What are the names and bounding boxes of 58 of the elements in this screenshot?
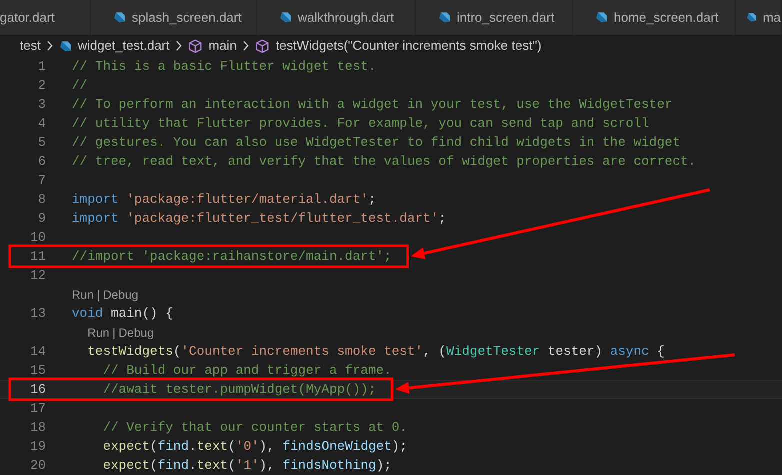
code-line: //import 'package:raihanstore/main.dart';	[72, 248, 392, 266]
line-number: 9	[37, 210, 46, 228]
code-line: void main() {	[72, 304, 174, 323]
separator: |	[112, 324, 117, 342]
code-line: // tree, read text, and verify that the values of widget properties are correct.	[72, 152, 696, 171]
code-line: // Verify that our counter starts at 0.	[102, 418, 408, 437]
line-number: 12	[29, 266, 46, 285]
code-line: // utility that Flutter provides. For example, you can send tap and scroll	[72, 114, 650, 133]
breadcrumb-item[interactable]: widget_test.dart	[78, 36, 170, 56]
line-number: 14	[29, 342, 46, 361]
editor-tab[interactable]: intro_screen.dart	[416, 0, 573, 35]
line-number: 20	[29, 456, 46, 475]
cube-icon	[188, 38, 203, 54]
line-number: 13	[29, 304, 46, 323]
line-number: 2	[37, 76, 46, 95]
line-number: 4	[37, 114, 46, 133]
chevron-icon	[174, 40, 183, 52]
editor-tab[interactable]: home_screen.dart	[573, 0, 736, 35]
line-number: 8	[37, 190, 46, 209]
line-number: 17	[29, 400, 46, 418]
dart-file-icon	[58, 40, 72, 52]
editor-tab[interactable]: splash_screen.dart	[91, 0, 257, 35]
line-number: 1	[37, 58, 46, 76]
line-number: 16	[29, 380, 46, 399]
code-line: import 'package:flutter/material.dart';	[72, 190, 376, 209]
codelens-link[interactable]: Run	[72, 286, 94, 304]
line-number: 19	[29, 438, 46, 456]
line-number: 6	[37, 152, 46, 171]
line-number: 10	[29, 228, 46, 247]
editor-tab[interactable]: gator.dart	[0, 0, 91, 35]
codelens-link[interactable]: Debug	[118, 324, 154, 342]
separator: |	[96, 286, 102, 304]
line-number: 3	[37, 96, 46, 114]
code-line: //	[72, 76, 88, 95]
line-number: 7	[37, 172, 46, 190]
code-line: // To perform an interaction with a widget in your test, use the WidgetTester	[72, 96, 673, 114]
breadcrumb-item[interactable]: testWidgets("Counter increments smoke test")	[276, 36, 542, 56]
code-line: //await tester.pumpWidget(MyApp());	[102, 380, 376, 399]
cube-icon	[254, 38, 270, 54]
breadcrumb-item[interactable]: main	[208, 36, 237, 56]
codelens-link[interactable]: Debug	[103, 286, 139, 304]
code-line: // gestures. You can also use WidgetTester to find child widgets in the widget	[72, 134, 680, 152]
code-line: testWidgets('Counter increments smoke test', (WidgetTester tester) async {	[86, 342, 665, 361]
breadcrumb-item[interactable]: test	[20, 36, 41, 56]
line-number: 11	[29, 248, 46, 266]
editor-tab[interactable]: ma	[736, 0, 782, 35]
code-line: // Build our app and trigger a frame.	[102, 362, 392, 380]
line-number: 18	[29, 418, 46, 437]
codelens-link[interactable]: Run	[88, 324, 110, 342]
chevron-icon	[242, 40, 250, 52]
code-line: // This is a basic Flutter widget test.	[72, 58, 376, 76]
code-line: import 'package:flutter_test/flutter_test.dart';	[72, 210, 446, 228]
editor-tab[interactable]: walkthrough.dart	[257, 0, 416, 35]
code-line: expect(find.text('0'), findsOneWidget);	[102, 438, 408, 456]
chevron-icon	[46, 40, 54, 52]
code-line: expect(find.text('1'), findsNothing);	[102, 456, 392, 475]
line-number: 15	[29, 362, 46, 380]
line-number: 5	[37, 134, 46, 152]
